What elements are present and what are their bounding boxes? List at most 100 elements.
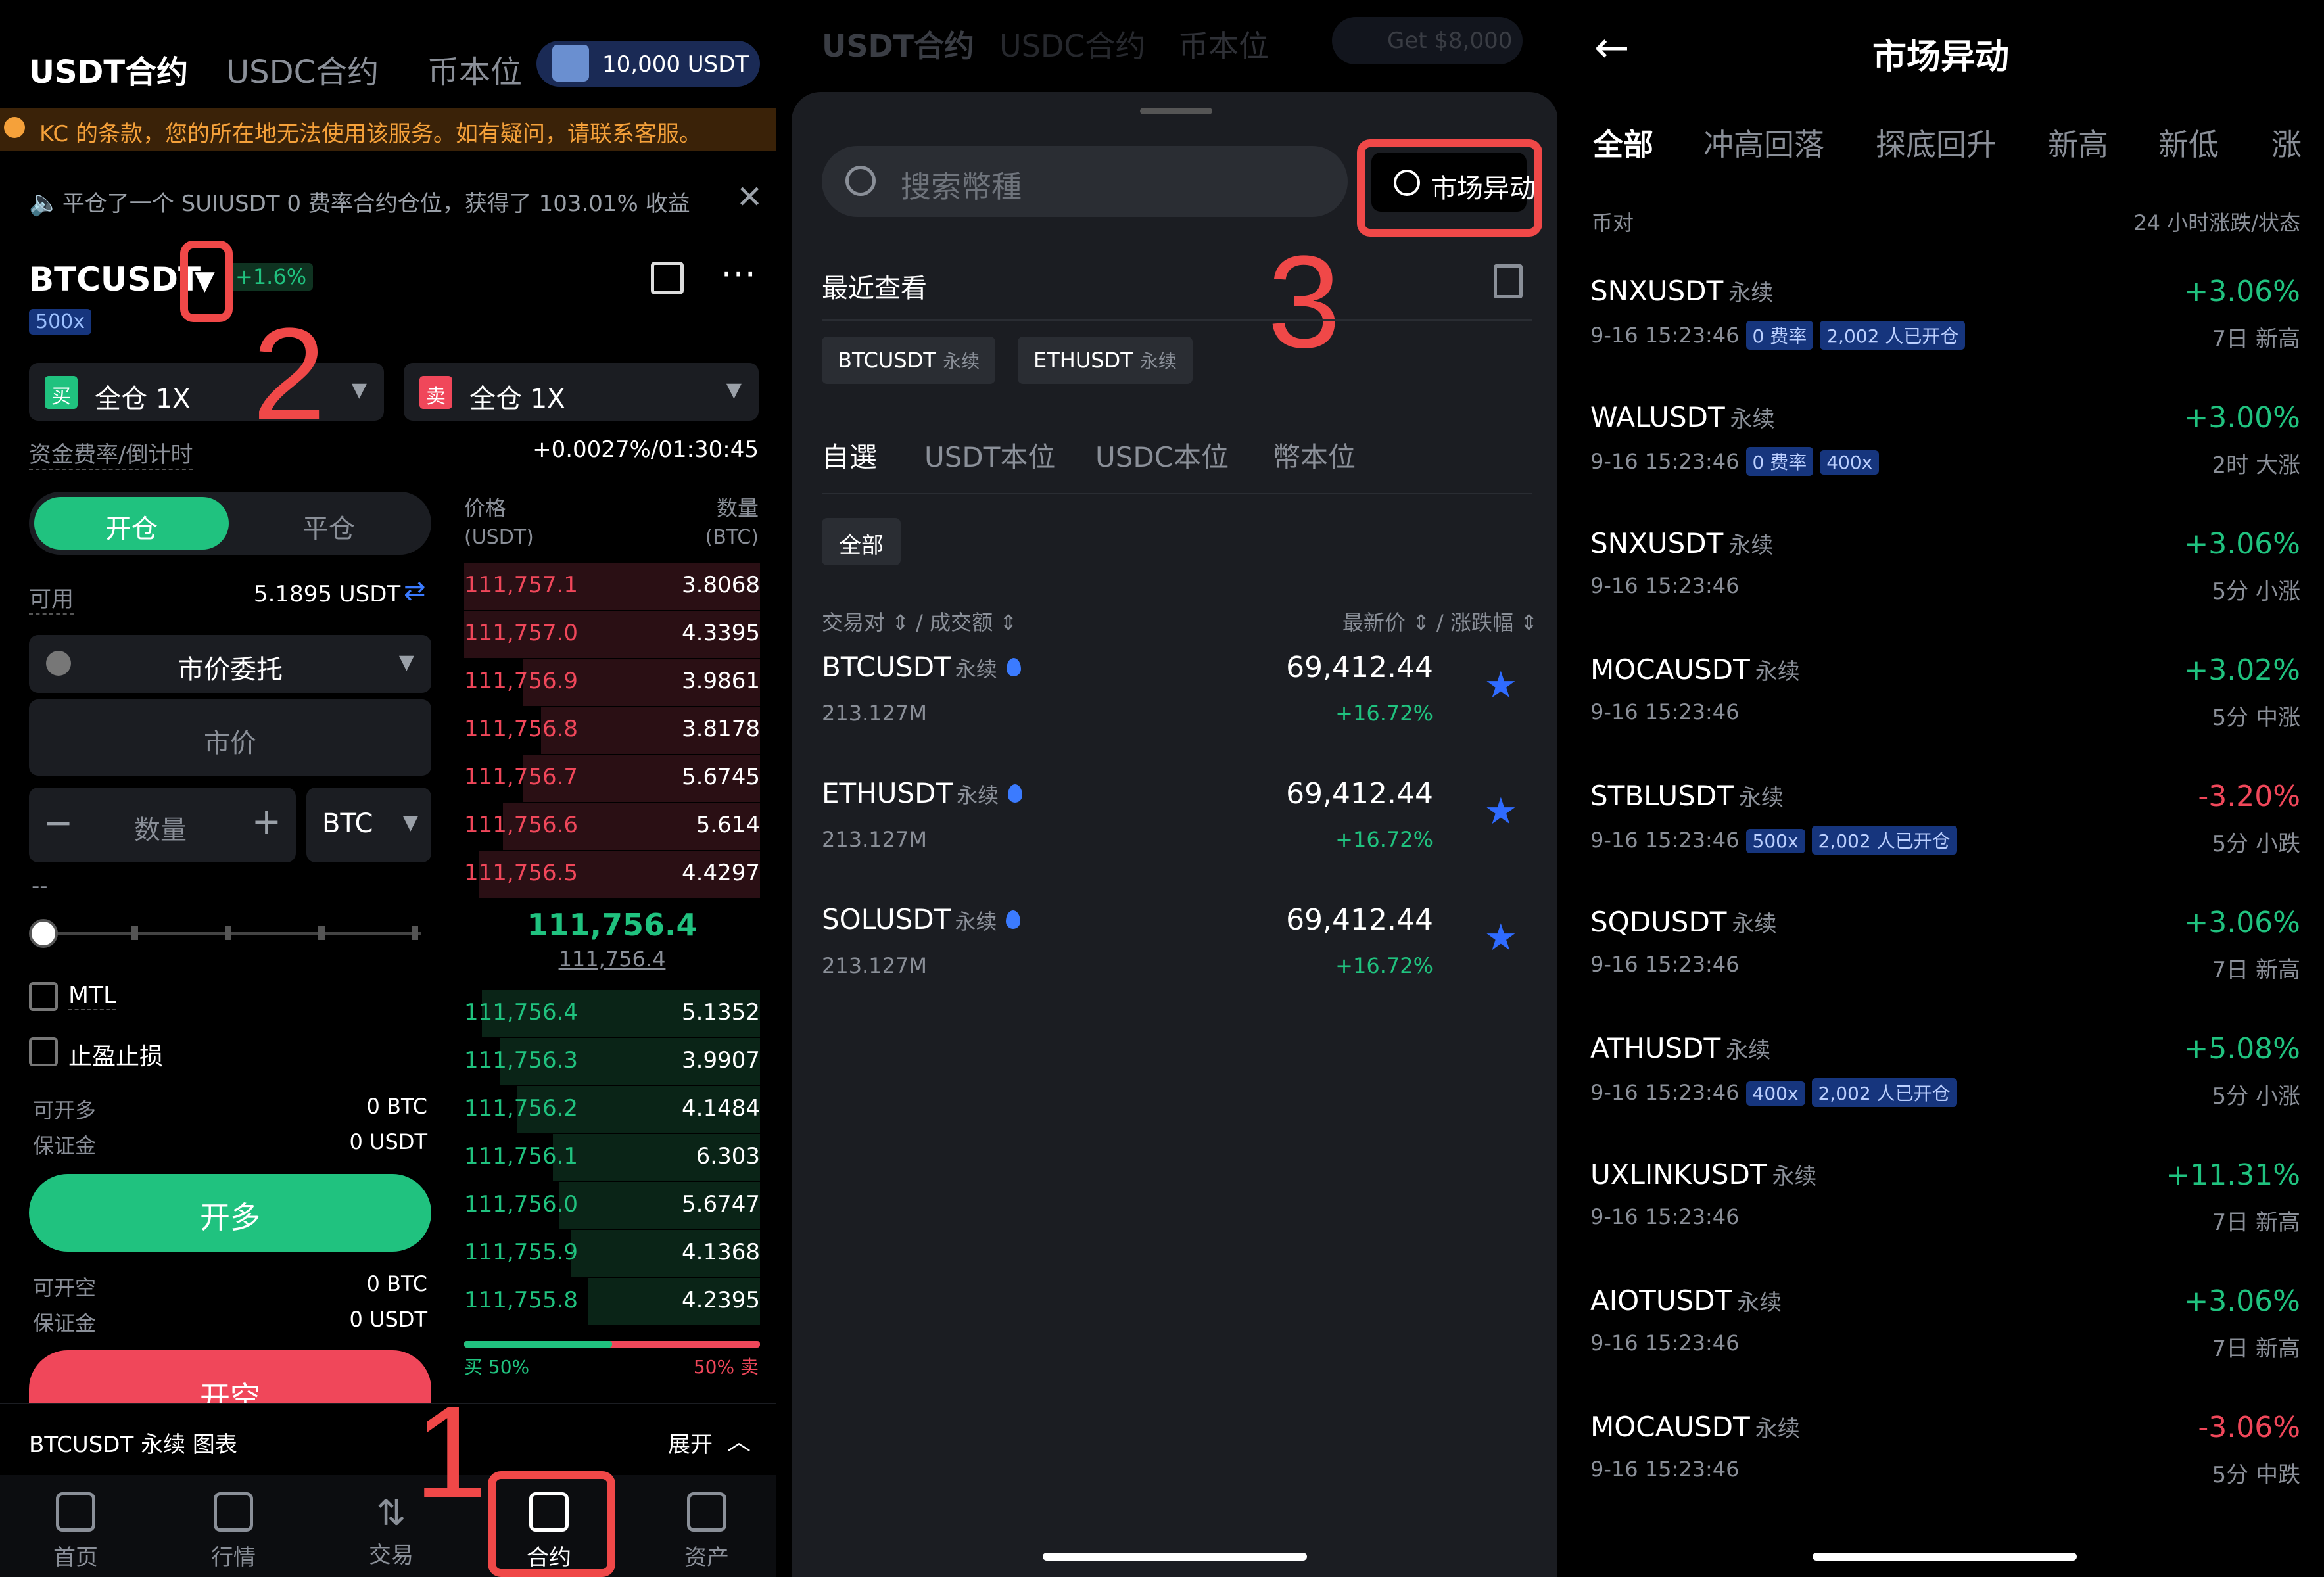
open-close-toggle: 开仓 平仓 [29, 492, 431, 555]
col-price-change[interactable]: 最新价 ⇕ / 涨跌幅 ⇕ [1342, 606, 1538, 636]
divider [822, 493, 1532, 494]
table-row[interactable]: SNXUSDT 永续 9-16 15:23:46 +3.06% 5分 小涨 [1590, 527, 2300, 653]
buy-ratio-label: 买 50% [464, 1356, 530, 1378]
perp-tag: 永续 [1728, 280, 1774, 306]
mtl-checkbox[interactable] [29, 982, 58, 1011]
promo-badge[interactable]: 10,000 USDT [536, 41, 760, 87]
search-input[interactable]: 搜索幣種 [822, 146, 1348, 217]
ob-row[interactable]: 111,756.0 5.6747 [464, 1182, 760, 1229]
can-short-value: 0 BTC [366, 1271, 428, 1296]
table-row[interactable]: AIOTUSDT 永续 9-16 15:23:46 +3.06% 7日 新高 [1590, 1284, 2300, 1411]
tab-usdt-margined[interactable]: USDT本位 [924, 435, 1055, 475]
ticker-bar: 🔈 平仓了一个 SUIUSDT 0 费率合约仓位，获得了 103.01% 收益 [29, 185, 690, 218]
star-icon[interactable]: ★ [1484, 916, 1517, 959]
table-row[interactable]: MOCAUSDT 永续 9-16 15:23:46 -3.06% 5分 中跌 [1590, 1411, 2300, 1537]
ob-price: 111,757.1 [464, 572, 579, 598]
tab-usdc-futures[interactable]: USDC合约 [226, 46, 379, 92]
row-time: 9-16 15:23:46 [1590, 1204, 1740, 1229]
slider-handle[interactable] [29, 919, 58, 948]
tab-usdt-futures[interactable]: USDT合约 [29, 46, 188, 92]
tab-surge[interactable]: 涨 [2271, 121, 2302, 164]
nav-markets[interactable]: 行情 [184, 1492, 283, 1572]
plus-icon[interactable]: + [252, 801, 281, 842]
ob-qty: 5.1352 [682, 999, 760, 1025]
star-icon[interactable]: ★ [1484, 790, 1517, 833]
close-tab[interactable]: 平仓 [231, 497, 426, 550]
chip-symbol: ETHUSDT [1033, 348, 1133, 373]
table-row[interactable]: SOLUSDT 永续 213.127M 69,412.44 +16.72% ★ [822, 903, 1532, 1028]
ob-row[interactable]: 111,756.1 6.303 [464, 1134, 760, 1181]
table-row[interactable]: SNXUSDT 永续 9-16 15:23:46 0 费率 2,002 人已开仓 +3.0… [1590, 275, 2300, 401]
row-status: 5分 中跌 [2212, 1462, 2300, 1488]
open-short-button[interactable]: 开空 [29, 1350, 431, 1403]
ob-row[interactable]: 111,756.4 5.1352 [464, 990, 760, 1037]
table-row[interactable]: ATHUSDT 永续 9-16 15:23:46 400x 2,002 人已开仓 +5.0… [1590, 1032, 2300, 1158]
nav-home[interactable]: 首页 [26, 1492, 125, 1572]
long-margin-value: 0 USDT [349, 1129, 427, 1154]
open-tab[interactable]: 开仓 [34, 497, 229, 550]
close-icon[interactable]: ✕ [736, 179, 763, 216]
unit-select[interactable]: BTC ▼ [306, 788, 431, 862]
ob-qty: 3.8068 [682, 572, 760, 598]
ob-row[interactable]: 111,756.7 5.6745 [464, 755, 760, 802]
table-row[interactable]: SQDUSDT 永续 9-16 15:23:46 +3.06% 7日 新高 [1590, 906, 2300, 1032]
ob-row[interactable]: 111,757.1 3.8068 [464, 563, 760, 610]
more-icon[interactable]: ⋯ [721, 252, 760, 294]
row-badge: 0 费率 [1745, 447, 1814, 476]
tab-usdc-margined[interactable]: USDC本位 [1095, 435, 1229, 475]
ob-row[interactable]: 111,756.5 4.4297 [464, 851, 760, 898]
tab-dip-rebound[interactable]: 探底回升 [1876, 121, 1997, 164]
nav-assets[interactable]: 资产 [657, 1492, 756, 1572]
quantity-stepper[interactable]: − 数量 + [29, 788, 296, 862]
ob-row[interactable]: 111,755.9 4.1368 [464, 1230, 760, 1277]
buy-ratio-fill [464, 1341, 612, 1348]
buy-margin-selector[interactable]: 买 全仓 1X ▼ [29, 363, 384, 421]
open-long-button[interactable]: 开多 [29, 1174, 431, 1252]
tab-coin-margined[interactable]: 幣本位 [1273, 435, 1356, 475]
symbol-text: SOLUSDT [822, 903, 951, 935]
sell-margin-selector[interactable]: 卖 全仓 1X ▼ [404, 363, 759, 421]
minus-icon[interactable]: − [43, 802, 73, 843]
recent-chip[interactable]: ETHUSDT 永续 [1018, 337, 1193, 384]
symbol-title[interactable]: BTCUSDT [29, 260, 201, 298]
row-symbol: SNXUSDT 永续 [1590, 275, 1773, 307]
perp-tag: 永续 [1726, 1037, 1771, 1064]
star-icon[interactable]: ★ [1484, 664, 1517, 707]
order-type-select[interactable]: 市价委托 ▼ [29, 635, 431, 693]
table-row[interactable]: UXLINKUSDT 永续 9-16 15:23:46 +11.31% 7日 新高 [1590, 1158, 2300, 1284]
chart-toggle-bar[interactable]: BTCUSDT 永续 图表 展开 ︿ [0, 1403, 776, 1475]
ob-row[interactable]: 111,757.0 4.3395 [464, 611, 760, 658]
available-label: 可用 [29, 581, 74, 615]
col-change-status: 24 小时涨跌/状态 [2133, 210, 2300, 235]
can-long-label: 可开多 [33, 1098, 97, 1123]
table-row[interactable]: MOCAUSDT 永续 9-16 15:23:46 +3.02% 5分 中涨 [1590, 653, 2300, 780]
ob-row[interactable]: 111,756.6 5.614 [464, 803, 760, 850]
ob-row[interactable]: 111,755.8 4.2395 [464, 1278, 760, 1325]
ob-row[interactable]: 111,756.3 3.9907 [464, 1038, 760, 1085]
price-input[interactable]: 市价 [29, 699, 431, 776]
ob-qty: 5.614 [696, 812, 760, 838]
table-row[interactable]: ETHUSDT 永续 213.127M 69,412.44 +16.72% ★ [822, 777, 1532, 902]
ob-row[interactable]: 111,756.8 3.8178 [464, 707, 760, 754]
tab-all[interactable]: 全部 [1593, 121, 1653, 164]
col-pair-volume[interactable]: 交易对 ⇕ / 成交额 ⇕ [822, 606, 1017, 636]
transfer-icon[interactable]: ⇄ [404, 576, 426, 606]
ob-row[interactable]: 111,756.2 4.1484 [464, 1086, 760, 1133]
sheet-handle[interactable] [1140, 108, 1212, 114]
ob-price-header: 价格 [464, 496, 507, 521]
tab-spike-drop[interactable]: 冲高回落 [1703, 121, 1824, 164]
table-row[interactable]: BTCUSDT 永续 213.127M 69,412.44 +16.72% ★ [822, 651, 1532, 776]
tab-favorites[interactable]: 自選 [822, 435, 877, 475]
tpsl-checkbox[interactable] [29, 1037, 58, 1066]
filter-all-chip[interactable]: 全部 [822, 518, 901, 565]
candlestick-icon[interactable] [651, 262, 684, 294]
row-badge: 500x [1745, 829, 1805, 853]
ob-row[interactable]: 111,756.9 3.9861 [464, 659, 760, 706]
tab-new-low[interactable]: 新低 [2158, 121, 2219, 164]
tab-coin-futures[interactable]: 币本位 [427, 46, 522, 92]
trash-icon[interactable] [1494, 264, 1523, 298]
table-row[interactable]: STBLUSDT 永续 9-16 15:23:46 500x 2,002 人已开仓 -3.… [1590, 780, 2300, 906]
tab-new-high[interactable]: 新高 [2048, 121, 2108, 164]
table-row[interactable]: WALUSDT 永续 9-16 15:23:46 0 费率 400x +3.00% 2时 大… [1590, 401, 2300, 527]
recent-chip[interactable]: BTCUSDT 永续 [822, 337, 996, 384]
